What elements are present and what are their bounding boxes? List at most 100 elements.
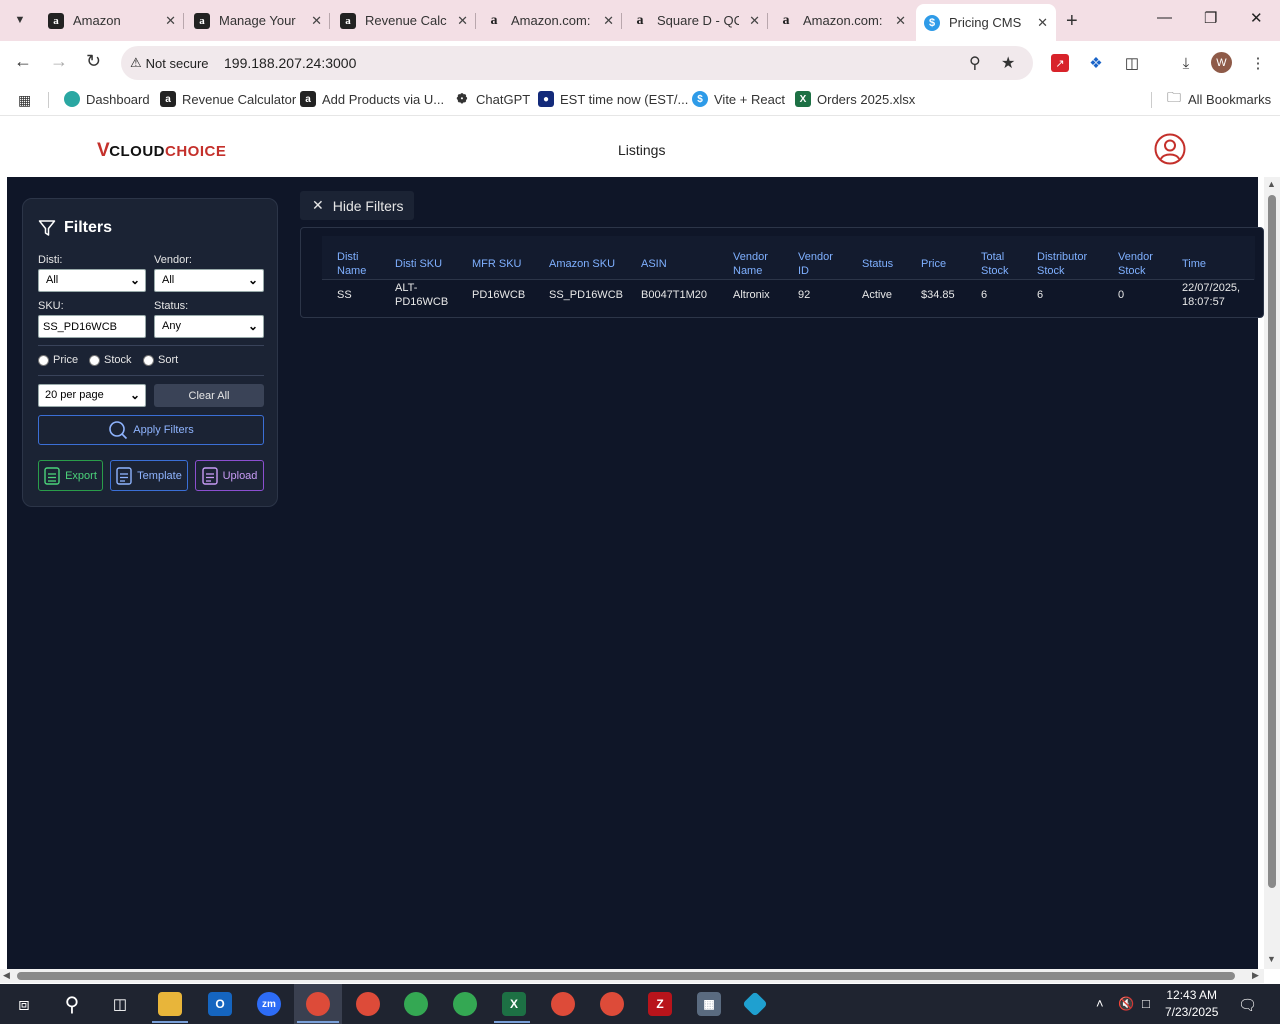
th-distributor-stock[interactable]: Distributor Stock — [1037, 250, 1087, 278]
bookmark-revenue-calculator[interactable]: a Revenue Calculator — [160, 91, 296, 107]
clear-all-button[interactable]: Clear All — [154, 384, 264, 407]
security-indicator[interactable]: ⚠ Not secure — [130, 55, 209, 71]
th-price[interactable]: Price — [921, 250, 946, 271]
sku-input[interactable]: SS_PD16WCB — [38, 315, 146, 338]
close-tab-icon[interactable]: ✕ — [165, 13, 176, 29]
close-tab-icon[interactable]: ✕ — [749, 13, 760, 29]
user-profile-icon[interactable] — [1154, 133, 1186, 165]
browser-tab-active[interactable]: $ Pricing CMS ✕ — [916, 4, 1056, 41]
extensions-puzzle-icon[interactable]: ◫ — [1123, 54, 1141, 72]
notifications-icon[interactable]: 🗨 — [1238, 996, 1257, 1014]
pdf-extension-icon[interactable]: ↗ — [1051, 54, 1069, 72]
close-tab-icon[interactable]: ✕ — [311, 13, 322, 29]
per-page-select[interactable]: 20 per page ⌄ — [38, 384, 146, 407]
upload-button[interactable]: Upload — [195, 460, 264, 491]
chrome-profile-icon[interactable] — [551, 992, 575, 1016]
scroll-left-arrow-icon[interactable]: ◀ — [3, 970, 10, 981]
chrome-icon[interactable] — [306, 992, 330, 1016]
close-tab-icon[interactable]: ✕ — [603, 13, 614, 29]
window-close-icon[interactable]: ✕ — [1250, 9, 1263, 27]
vendor-select[interactable]: All ⌄ — [154, 269, 264, 292]
address-bar[interactable]: ⚠ Not secure 199.188.207.24:3000 ⚲ ★ — [121, 46, 1033, 80]
horizontal-scrollbar[interactable]: ◀ ▶ — [0, 969, 1264, 983]
scroll-up-arrow-icon[interactable]: ▲ — [1267, 179, 1276, 189]
th-time[interactable]: Time — [1182, 250, 1206, 271]
tray-chevron-icon[interactable]: ˄ — [1096, 996, 1104, 1011]
status-select[interactable]: Any ⌄ — [154, 315, 264, 338]
th-disti-sku[interactable]: Disti SKU — [395, 250, 442, 271]
radio-button[interactable] — [143, 354, 154, 366]
disti-select[interactable]: All ⌄ — [38, 269, 146, 292]
calculator-icon[interactable]: ▦ — [697, 992, 721, 1016]
browser-tab[interactable]: a Revenue Calc ✕ — [332, 6, 476, 35]
th-amazon-sku[interactable]: Amazon SKU — [549, 250, 615, 271]
volume-muted-icon[interactable]: 🔇 — [1118, 996, 1134, 1012]
system-clock[interactable]: 12:43 AM 7/23/2025 — [1165, 987, 1218, 1021]
extension-circle-icon[interactable]: ❖ — [1087, 54, 1105, 72]
vertical-scroll-thumb[interactable] — [1268, 195, 1276, 888]
th-status[interactable]: Status — [862, 250, 893, 271]
apply-filters-button[interactable]: Apply Filters — [38, 415, 264, 445]
tab-search-chevron-icon[interactable]: ▼ — [7, 8, 33, 32]
zoom-magnifier-icon[interactable]: ⚲ — [969, 53, 981, 73]
th-vendor-name[interactable]: Vendor Name — [733, 250, 768, 278]
browser-tab[interactable]: a Amazon ✕ — [40, 6, 184, 35]
th-mfr-sku[interactable]: MFR SKU — [472, 250, 522, 271]
bookmark-est-time[interactable]: ● EST time now (EST/... — [538, 91, 688, 107]
outlook-icon[interactable]: O — [208, 992, 232, 1016]
all-bookmarks[interactable]: 🗀 All Bookmarks — [1166, 89, 1271, 107]
new-tab-plus-icon[interactable]: + — [1066, 10, 1078, 33]
search-icon[interactable]: ⚲ — [60, 992, 84, 1016]
back-arrow-icon[interactable]: ← — [14, 51, 32, 72]
app-diamond-icon[interactable] — [742, 991, 768, 1017]
bookmark-add-products[interactable]: a Add Products via U... — [300, 91, 444, 107]
minimize-icon[interactable]: — — [1157, 9, 1172, 26]
radio-stock[interactable]: Stock — [89, 354, 132, 366]
forward-arrow-icon[interactable]: → — [50, 51, 68, 72]
apps-grid-icon[interactable]: ▦ — [18, 92, 31, 109]
chrome-profile-icon[interactable] — [600, 992, 624, 1016]
windows-start-icon[interactable]: ⧈ — [12, 992, 36, 1016]
browser-tab[interactable]: a Square D - QC ✕ — [624, 6, 768, 35]
reload-icon[interactable]: ↻ — [86, 51, 101, 72]
vertical-scrollbar[interactable]: ▲ ▼ — [1264, 177, 1280, 969]
radio-sort[interactable]: Sort — [143, 354, 178, 366]
browser-tab[interactable]: a Amazon.com: ✕ — [770, 6, 914, 35]
radio-price[interactable]: Price — [38, 354, 78, 366]
vcloudchoice-logo[interactable]: V CLOUD CHOICE — [97, 140, 226, 162]
zoom-icon[interactable]: zm — [257, 992, 281, 1016]
bookmark-dashboard[interactable]: Dashboard — [64, 91, 150, 107]
th-total-stock[interactable]: Total Stock — [981, 250, 1009, 278]
bookmark-star-icon[interactable]: ★ — [1001, 53, 1015, 73]
th-asin[interactable]: ASIN — [641, 250, 667, 271]
bookmark-orders-xlsx[interactable]: X Orders 2025.xlsx — [795, 91, 915, 107]
close-tab-icon[interactable]: ✕ — [1037, 15, 1048, 31]
close-tab-icon[interactable]: ✕ — [457, 13, 468, 29]
excel-icon[interactable]: X — [502, 992, 526, 1016]
url-text[interactable]: 199.188.207.24:3000 — [224, 55, 356, 71]
close-tab-icon[interactable]: ✕ — [895, 13, 906, 29]
download-icon[interactable]: ⤓ — [1177, 54, 1195, 72]
browser-tab[interactable]: a Manage Your ✕ — [186, 6, 330, 35]
bookmark-chatgpt[interactable]: ❁ ChatGPT — [454, 91, 531, 107]
file-explorer-icon[interactable] — [158, 992, 182, 1016]
th-vendor-id[interactable]: Vendor ID — [798, 250, 833, 278]
bookmark-vite-react[interactable]: $ Vite + React — [692, 91, 785, 107]
radio-button[interactable] — [89, 354, 100, 366]
export-button[interactable]: Export — [38, 460, 103, 491]
profile-avatar[interactable]: W — [1211, 52, 1232, 73]
scroll-down-arrow-icon[interactable]: ▼ — [1267, 954, 1276, 964]
th-vendor-stock[interactable]: Vendor Stock — [1118, 250, 1153, 278]
th-disti-name[interactable]: Disti Name — [337, 250, 366, 278]
nav-listings-link[interactable]: Listings — [618, 142, 665, 158]
network-icon[interactable]: □ — [1142, 996, 1150, 1011]
filezilla-icon[interactable]: Z — [648, 992, 672, 1016]
template-button[interactable]: Template — [110, 460, 188, 491]
browser-tab[interactable]: a Amazon.com: ✕ — [478, 6, 622, 35]
restore-icon[interactable]: ❐ — [1204, 9, 1217, 27]
radio-button[interactable] — [38, 354, 49, 366]
hide-filters-button[interactable]: ✕ Hide Filters — [300, 191, 414, 220]
chrome-profile-icon[interactable] — [356, 992, 380, 1016]
chrome-profile-icon[interactable] — [453, 992, 477, 1016]
task-view-icon[interactable]: ◫ — [108, 992, 132, 1016]
